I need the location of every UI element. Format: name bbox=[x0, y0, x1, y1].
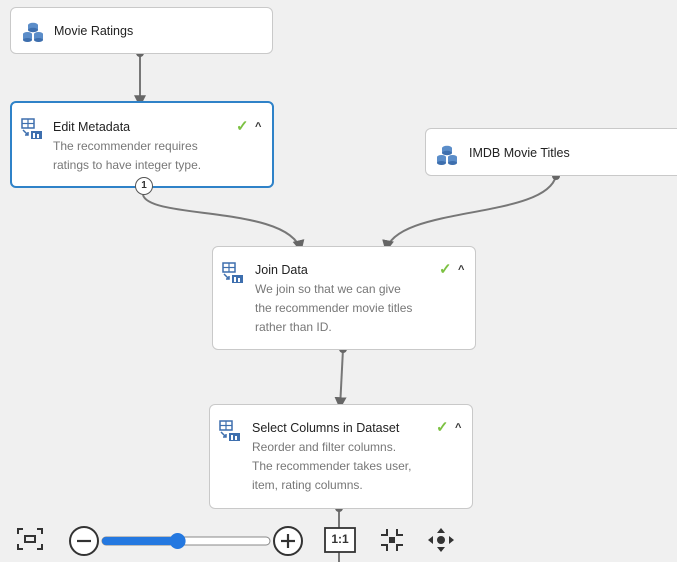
fit-to-screen-icon[interactable] bbox=[16, 527, 44, 556]
zoom-in-icon[interactable] bbox=[272, 525, 304, 562]
zoom-slider-thumb[interactable] bbox=[169, 533, 186, 549]
node-description: We join so that we can give the recommen… bbox=[255, 282, 413, 334]
status-check-icon: ✓ bbox=[436, 419, 449, 436]
node-select-columns[interactable]: Select Columns in Dataset ✓ ^ Reorder an… bbox=[209, 404, 473, 509]
node-edit-metadata[interactable]: Edit Metadata ✓ ^ The recommender requir… bbox=[10, 101, 274, 195]
zoom-slider-fill bbox=[102, 537, 178, 545]
collapse-chevron-icon[interactable]: ^ bbox=[255, 120, 261, 135]
zoom-slider[interactable] bbox=[100, 532, 272, 555]
connector-join-data-to-select-columns bbox=[334, 348, 347, 410]
zoom-out-icon[interactable] bbox=[68, 525, 100, 562]
node-title: Join Data bbox=[255, 263, 308, 277]
node-title: IMDB Movie Titles bbox=[469, 146, 570, 160]
dataset-icon bbox=[436, 144, 458, 171]
status-check-icon: ✓ bbox=[439, 261, 452, 278]
node-title: Edit Metadata bbox=[53, 120, 131, 134]
node-title: Select Columns in Dataset bbox=[252, 421, 400, 435]
connector-imdb-to-join-data bbox=[382, 175, 557, 253]
node-description: Reorder and filter columns. The recommen… bbox=[252, 440, 412, 492]
node-join-data[interactable]: Join Data ✓ ^ We join so that we can giv… bbox=[212, 246, 476, 350]
dataset-icon bbox=[22, 21, 44, 48]
pan-icon[interactable] bbox=[427, 527, 455, 558]
module-icon bbox=[222, 262, 244, 289]
status-check-icon: ✓ bbox=[236, 118, 249, 135]
actual-size-icon[interactable]: 1:1 bbox=[324, 527, 356, 553]
module-icon bbox=[21, 118, 43, 145]
actual-size-label: 1:1 bbox=[331, 532, 349, 546]
center-icon[interactable] bbox=[379, 527, 405, 558]
node-imdb-movie-titles[interactable]: IMDB Movie Titles bbox=[425, 128, 677, 176]
collapse-chevron-icon[interactable]: ^ bbox=[455, 421, 461, 436]
module-icon bbox=[219, 420, 241, 447]
node-description: The recommender requires ratings to have… bbox=[53, 139, 202, 172]
output-port-badge[interactable]: 1 bbox=[135, 177, 153, 195]
connector-edit-metadata-to-join-data bbox=[142, 194, 305, 253]
canvas-toolbar: 1:1 bbox=[0, 515, 677, 562]
node-movie-ratings[interactable]: Movie Ratings bbox=[10, 7, 273, 54]
node-title: Movie Ratings bbox=[54, 24, 134, 38]
collapse-chevron-icon[interactable]: ^ bbox=[458, 263, 464, 278]
